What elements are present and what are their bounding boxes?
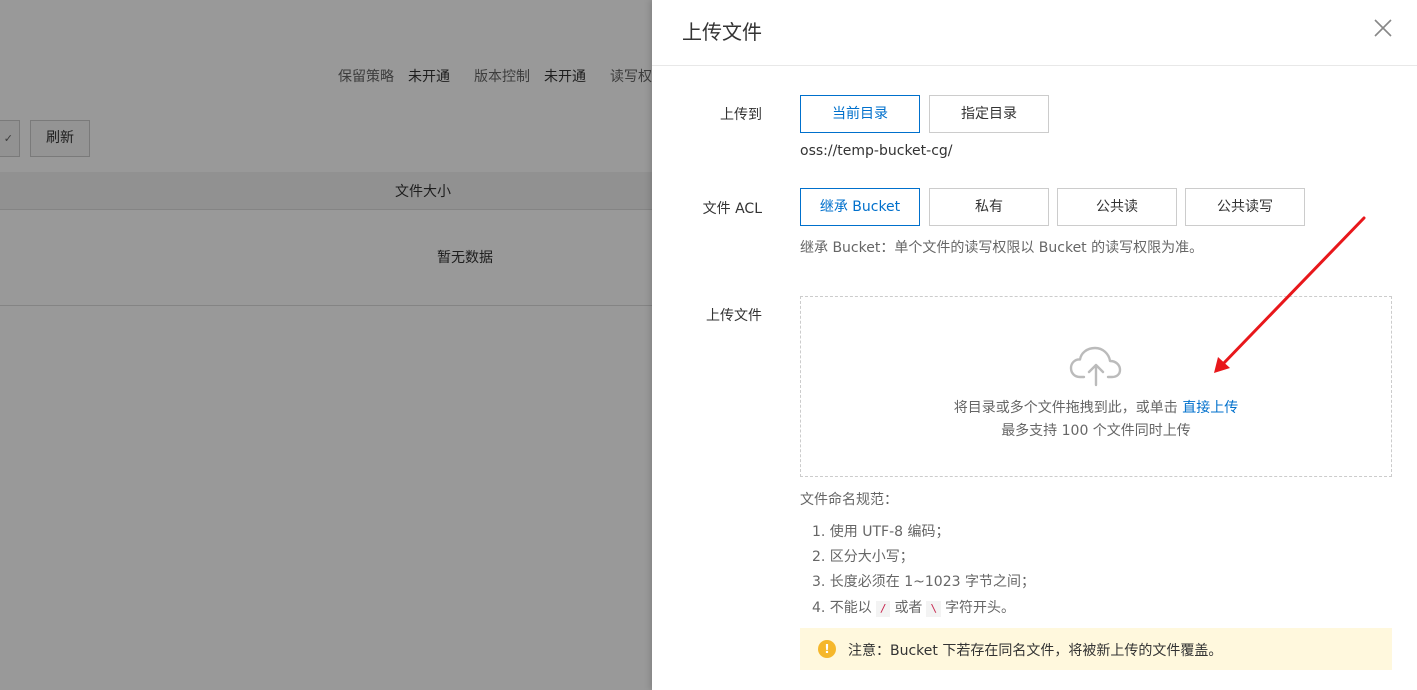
rule4-suffix: 字符开头。	[945, 600, 1016, 616]
overwrite-notice: ! 注意：Bucket 下若存在同名文件，将被新上传的文件覆盖。	[800, 628, 1392, 670]
rule4-prefix: 4. 不能以	[812, 600, 872, 616]
upload-to-label: 上传到	[720, 107, 762, 123]
warning-icon: !	[818, 640, 836, 658]
option-specified-dir[interactable]: 指定目录	[929, 95, 1049, 133]
acl-public-read[interactable]: 公共读	[1057, 188, 1177, 226]
naming-rules-title: 文件命名规范：	[800, 492, 898, 508]
acl-hint: 继承 Bucket：单个文件的读写权限以 Bucket 的读写权限为准。	[800, 240, 1204, 256]
close-icon[interactable]	[1373, 18, 1393, 38]
acl-public-read-write[interactable]: 公共读写	[1185, 188, 1305, 226]
acl-private[interactable]: 私有	[929, 188, 1049, 226]
drop-instruction: 将目录或多个文件拖拽到此，或单击 直接上传	[801, 397, 1391, 417]
drawer-title: 上传文件	[682, 20, 762, 44]
cloud-upload-icon	[1069, 346, 1122, 387]
notice-text: 注意：Bucket 下若存在同名文件，将被新上传的文件覆盖。	[848, 643, 1223, 659]
modal-mask[interactable]	[0, 0, 652, 690]
acl-label: 文件 ACL	[702, 201, 762, 217]
drawer-header: 上传文件	[652, 0, 1417, 66]
rule4-mid: 或者	[894, 600, 923, 616]
direct-upload-link[interactable]: 直接上传	[1182, 400, 1238, 416]
naming-rule-1: 1. 使用 UTF-8 编码；	[812, 524, 950, 540]
option-current-dir[interactable]: 当前目录	[800, 95, 920, 133]
slash-code: /	[875, 601, 891, 617]
background-page: 保留策略 未开通 版本控制 未开通 读写权 ✓ 刷新 文件大小 暂无数据	[0, 0, 652, 690]
file-dropzone[interactable]: 将目录或多个文件拖拽到此，或单击 直接上传 最多支持 100 个文件同时上传	[800, 296, 1392, 477]
acl-inherit-bucket[interactable]: 继承 Bucket	[800, 188, 920, 226]
upload-drawer: 上传文件 上传到 当前目录 指定目录 oss://temp-bucket-cg/…	[652, 0, 1417, 690]
naming-rule-3: 3. 长度必须在 1~1023 字节之间；	[812, 574, 1035, 590]
backslash-code: \	[926, 601, 942, 617]
upload-path: oss://temp-bucket-cg/	[800, 143, 953, 159]
upload-file-label: 上传文件	[706, 308, 762, 324]
drop-limit: 最多支持 100 个文件同时上传	[1001, 423, 1191, 439]
drop-text: 将目录或多个文件拖拽到此，或单击	[953, 400, 1178, 416]
naming-rule-4: 4. 不能以 / 或者 \ 字符开头。	[812, 597, 1015, 617]
naming-rule-2: 2. 区分大小写；	[812, 549, 914, 565]
